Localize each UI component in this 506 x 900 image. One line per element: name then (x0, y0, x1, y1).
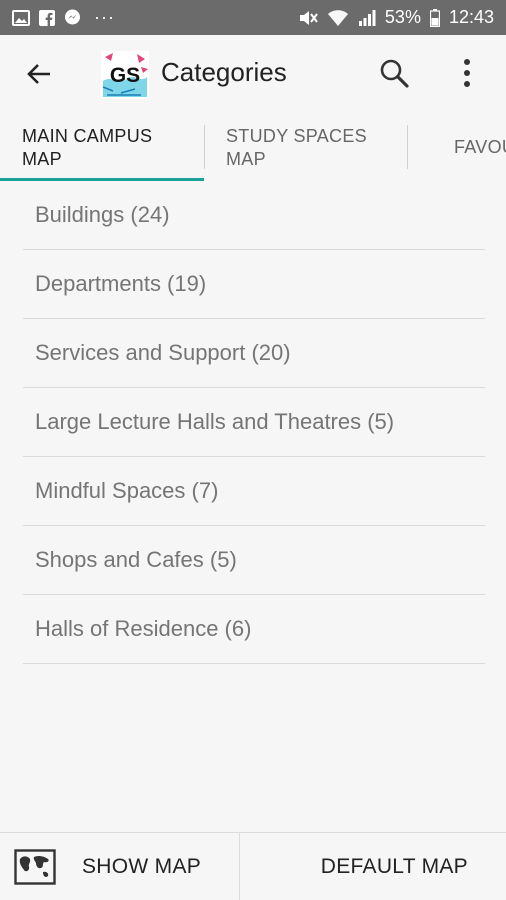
tab-label-line1: FAVOU (454, 137, 506, 157)
status-bar-right: 53% 12:43 (298, 7, 494, 28)
show-map-button[interactable]: SHOW MAP (0, 833, 240, 900)
signal-icon (358, 9, 376, 27)
clock: 12:43 (448, 7, 494, 27)
default-map-label: DEFAULT MAP (320, 854, 468, 878)
search-button[interactable] (376, 57, 412, 93)
battery-percent: 53% (384, 7, 421, 27)
app-logo-text: GS (110, 64, 140, 87)
category-item-buildings[interactable]: Buildings (24) (23, 181, 485, 250)
app-bar: GS Categories (0, 35, 506, 115)
tab-main-campus-map[interactable]: MAIN CAMPUS MAP (0, 115, 204, 180)
battery-icon (429, 8, 440, 27)
page-title: Categories (161, 57, 287, 87)
overflow-menu-button[interactable] (452, 57, 482, 93)
category-item-mindful-spaces[interactable]: Mindful Spaces (7) (23, 457, 485, 526)
category-list: Buildings (24) Departments (19) Services… (23, 181, 485, 664)
bottom-bar: SHOW MAP DEFAULT MAP (0, 832, 506, 900)
back-arrow-icon (26, 62, 52, 91)
category-item-departments[interactable]: Departments (19) (23, 250, 485, 319)
tab-label-line2: MAP (22, 149, 62, 169)
mute-icon (298, 9, 318, 27)
messenger-notification-icon (64, 9, 81, 26)
wifi-icon (327, 9, 349, 27)
search-icon (378, 57, 410, 94)
tab-study-spaces-map[interactable]: STUDY SPACES MAP (204, 115, 408, 180)
category-item-large-lecture-halls[interactable]: Large Lecture Halls and Theatres (5) (23, 388, 485, 457)
category-item-halls-of-residence[interactable]: Halls of Residence (6) (23, 595, 485, 664)
status-bar-left: ··· (12, 7, 115, 28)
tab-label-line1: MAIN CAMPUS (22, 126, 153, 146)
tab-bar: MAIN CAMPUS MAP STUDY SPACES MAP FAVOU (0, 115, 506, 180)
show-map-label: SHOW MAP (82, 854, 202, 878)
category-item-services-and-support[interactable]: Services and Support (20) (23, 319, 485, 388)
tab-label-line2: MAP (226, 149, 266, 169)
more-notifications-icon: ··· (94, 7, 115, 27)
map-icon (14, 848, 56, 885)
tab-favourites[interactable]: FAVOU (408, 115, 506, 180)
tab-label-line1: STUDY SPACES (226, 126, 367, 146)
facebook-notification-icon (39, 9, 55, 26)
default-map-button[interactable]: DEFAULT MAP (240, 833, 506, 900)
category-item-shops-and-cafes[interactable]: Shops and Cafes (5) (23, 526, 485, 595)
app-logo: GS (101, 51, 149, 99)
more-vert-icon (463, 58, 471, 93)
status-bar: ··· 53% 12:43 (0, 0, 506, 35)
back-button[interactable] (22, 59, 56, 93)
gallery-notification-icon (12, 9, 30, 26)
